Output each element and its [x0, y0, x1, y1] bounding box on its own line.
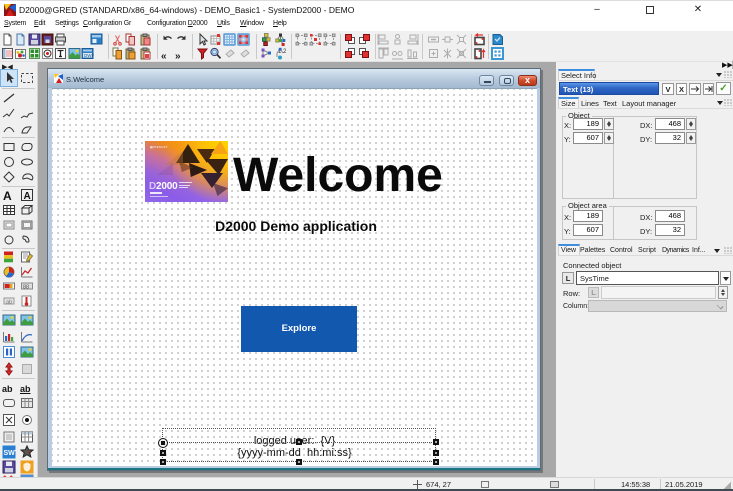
svg-text:SWT: SWT: [4, 450, 17, 457]
svg-text:DWF: DWF: [84, 53, 94, 58]
svg-text:ab: ab: [6, 300, 12, 306]
svg-text:88: 88: [23, 285, 29, 291]
svg-text:A: A: [24, 191, 31, 202]
